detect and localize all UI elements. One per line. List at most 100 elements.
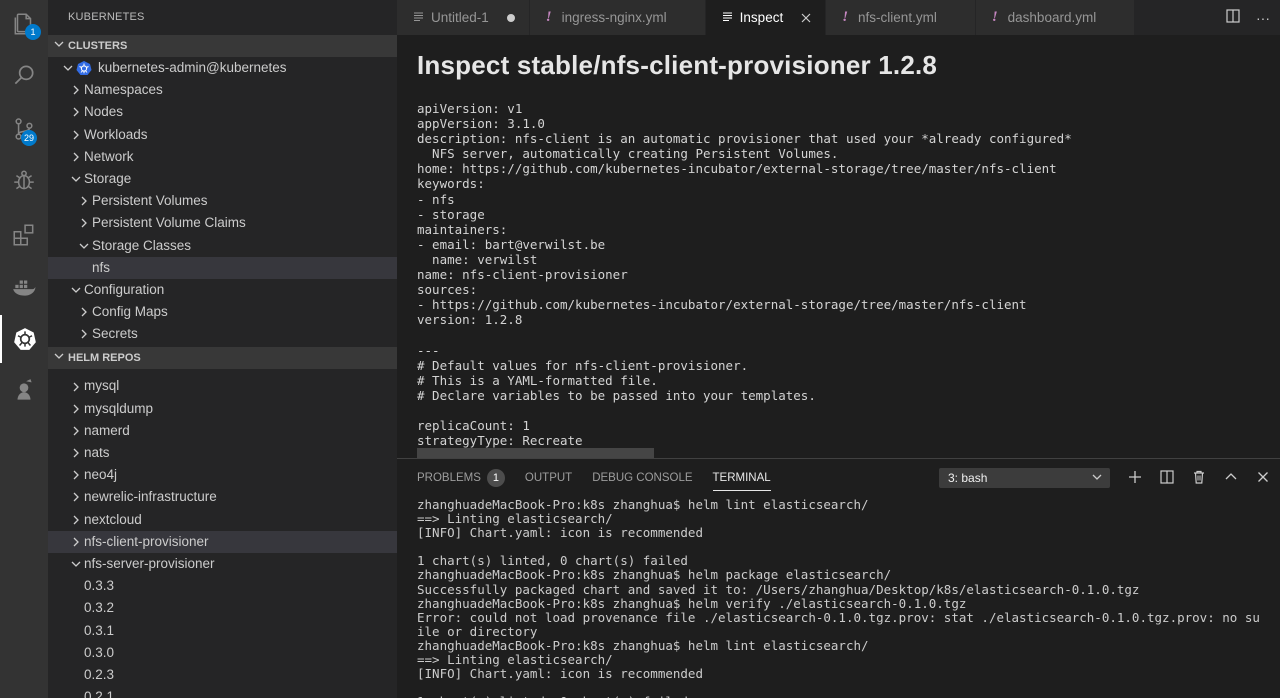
document-icon [413, 10, 424, 25]
close-icon[interactable] [1254, 470, 1272, 487]
tab-label: Inspect [739, 10, 784, 25]
tree-item[interactable]: 0.3.1 [48, 620, 397, 642]
tree-item-label: mysql [84, 378, 120, 394]
chevron-right-icon[interactable] [68, 470, 84, 480]
tree-item[interactable]: Persistent Volume Claims [48, 212, 397, 234]
chevron-right-icon[interactable] [68, 404, 84, 414]
panel-tab[interactable]: OUTPUT [525, 459, 572, 497]
tree-item[interactable]: nfs [48, 256, 397, 279]
bottom-panel: PROBLEMS 1 OUTPUT DEBUG CONSOLE TERMINAL 3: … [397, 458, 1280, 698]
tree-item[interactable]: Workloads [48, 124, 397, 146]
chevron-right-icon[interactable] [68, 448, 84, 458]
extensions-icon[interactable] [0, 211, 48, 259]
chevron-right-icon[interactable] [68, 515, 84, 525]
remote-icon[interactable] [0, 367, 48, 415]
chevron-right-icon[interactable] [68, 107, 84, 117]
tree-item[interactable]: mysql [48, 375, 397, 397]
editor-tab[interactable]: ! ingress-nginx.yml [529, 0, 706, 35]
tree-item[interactable]: Config Maps [48, 301, 397, 323]
editor-tab[interactable]: ! dashboard.yml [975, 0, 1136, 35]
chevron-down-icon [54, 35, 68, 57]
chevron-right-icon[interactable] [68, 537, 84, 547]
tree-item-label: neo4j [84, 467, 118, 483]
split-editor-icon[interactable] [1226, 9, 1240, 26]
tree-item[interactable]: Storage [48, 168, 397, 190]
unsaved-dot-icon[interactable] [506, 13, 515, 22]
tree-item[interactable]: nfs-server-provisioner [48, 553, 397, 575]
close-icon[interactable] [801, 10, 811, 26]
editor-tab[interactable]: Inspect [705, 0, 827, 35]
helm-section-header[interactable]: HELM REPOS [48, 347, 397, 370]
chevron-down-icon[interactable] [60, 63, 76, 73]
search-icon[interactable] [0, 51, 48, 99]
maximize-panel-icon[interactable] [1222, 470, 1240, 487]
tree-item[interactable]: nfs-client-provisioner [48, 530, 397, 553]
chevron-right-icon[interactable] [76, 329, 92, 339]
tree-item[interactable]: neo4j [48, 464, 397, 486]
panel-tab[interactable]: PROBLEMS 1 [417, 459, 505, 497]
tree-item[interactable]: Network [48, 146, 397, 168]
panel-tab[interactable]: DEBUG CONSOLE [592, 459, 692, 497]
kubernetes-icon[interactable] [0, 315, 48, 363]
chevron-right-icon[interactable] [76, 218, 92, 228]
tree-item[interactable]: nextcloud [48, 509, 397, 531]
tree-item[interactable]: 0.2.3 [48, 664, 397, 686]
tree-item[interactable]: 0.3.3 [48, 575, 397, 597]
editor-tab[interactable]: Untitled-1 [397, 0, 530, 35]
tree-item[interactable]: Persistent Volumes [48, 190, 397, 212]
chevron-right-icon[interactable] [68, 492, 84, 502]
panel-tab[interactable]: TERMINAL [712, 459, 771, 497]
tree-item[interactable]: Namespaces [48, 79, 397, 101]
tree-item-label: namerd [84, 422, 130, 438]
horizontal-scrollbar[interactable] [417, 448, 654, 458]
tree-item[interactable]: nats [48, 442, 397, 464]
more-actions-icon[interactable]: ··· [1256, 10, 1270, 26]
chevron-right-icon[interactable] [68, 85, 84, 95]
chevron-right-icon[interactable] [68, 382, 84, 392]
chevron-right-icon[interactable] [76, 196, 92, 206]
tree-item[interactable]: mysqldump [48, 398, 397, 420]
split-terminal-icon[interactable] [1158, 469, 1176, 487]
chevron-right-icon[interactable] [68, 426, 84, 436]
tree-item[interactable]: newrelic-infrastructure [48, 486, 397, 508]
tree-item[interactable]: 0.2.1 [48, 686, 397, 698]
panel-tab-label: OUTPUT [524, 472, 573, 484]
chevron-down-icon[interactable] [68, 285, 84, 295]
inspect-view: Inspect stable/nfs-client-provisioner 1.… [417, 50, 1280, 458]
trash-icon[interactable] [1190, 470, 1208, 487]
tree-item[interactable]: Secrets [48, 323, 397, 345]
docker-icon[interactable] [0, 263, 48, 311]
clusters-section-header[interactable]: CLUSTERS [48, 35, 397, 57]
chevron-down-icon[interactable] [76, 241, 92, 251]
tree-item-label: 0.2.1 [84, 689, 115, 698]
tab-label: Untitled-1 [431, 10, 489, 25]
tree-item[interactable]: 0.3.2 [48, 597, 397, 619]
terminal-select[interactable]: 3: bash [939, 468, 1110, 488]
chevron-right-icon[interactable] [68, 152, 84, 162]
tree-item[interactable]: Storage Classes [48, 235, 397, 257]
sidebar-title: KUBERNETES [68, 11, 145, 23]
tree-item[interactable]: kubernetes-admin@kubernetes [48, 57, 397, 79]
tree-item-label: 0.3.1 [84, 622, 115, 638]
clusters-section-label: CLUSTERS [68, 40, 128, 52]
chevron-down-icon[interactable] [68, 559, 84, 569]
chevron-right-icon[interactable] [76, 307, 92, 317]
tree-item[interactable]: namerd [48, 420, 397, 442]
problems-count-badge: 1 [486, 469, 505, 487]
debug-icon[interactable] [0, 157, 48, 205]
tree-item[interactable]: 0.3.0 [48, 642, 397, 664]
tree-item[interactable]: Nodes [48, 101, 397, 123]
source-control-icon[interactable]: 29 [0, 105, 48, 153]
sidebar: KUBERNETES CLUSTERS kubernetes-admin@kub… [48, 0, 397, 698]
chevron-down-icon[interactable] [68, 174, 84, 184]
tree-item-label: 0.3.2 [84, 600, 115, 616]
tree-item-label: 0.3.3 [84, 578, 115, 594]
terminal-output[interactable]: zhanghuadeMacBook-Pro:k8s zhanghua$ helm… [417, 498, 1260, 698]
editor-tab[interactable]: ! nfs-client.yml [826, 0, 976, 35]
chevron-right-icon[interactable] [68, 130, 84, 140]
tree-item[interactable]: Configuration [48, 279, 397, 301]
panel-tab-label: PROBLEMS [417, 472, 481, 484]
yaml-file-icon: ! [842, 9, 849, 25]
new-terminal-icon[interactable] [1126, 470, 1144, 487]
files-icon[interactable]: 1 [0, 0, 48, 48]
